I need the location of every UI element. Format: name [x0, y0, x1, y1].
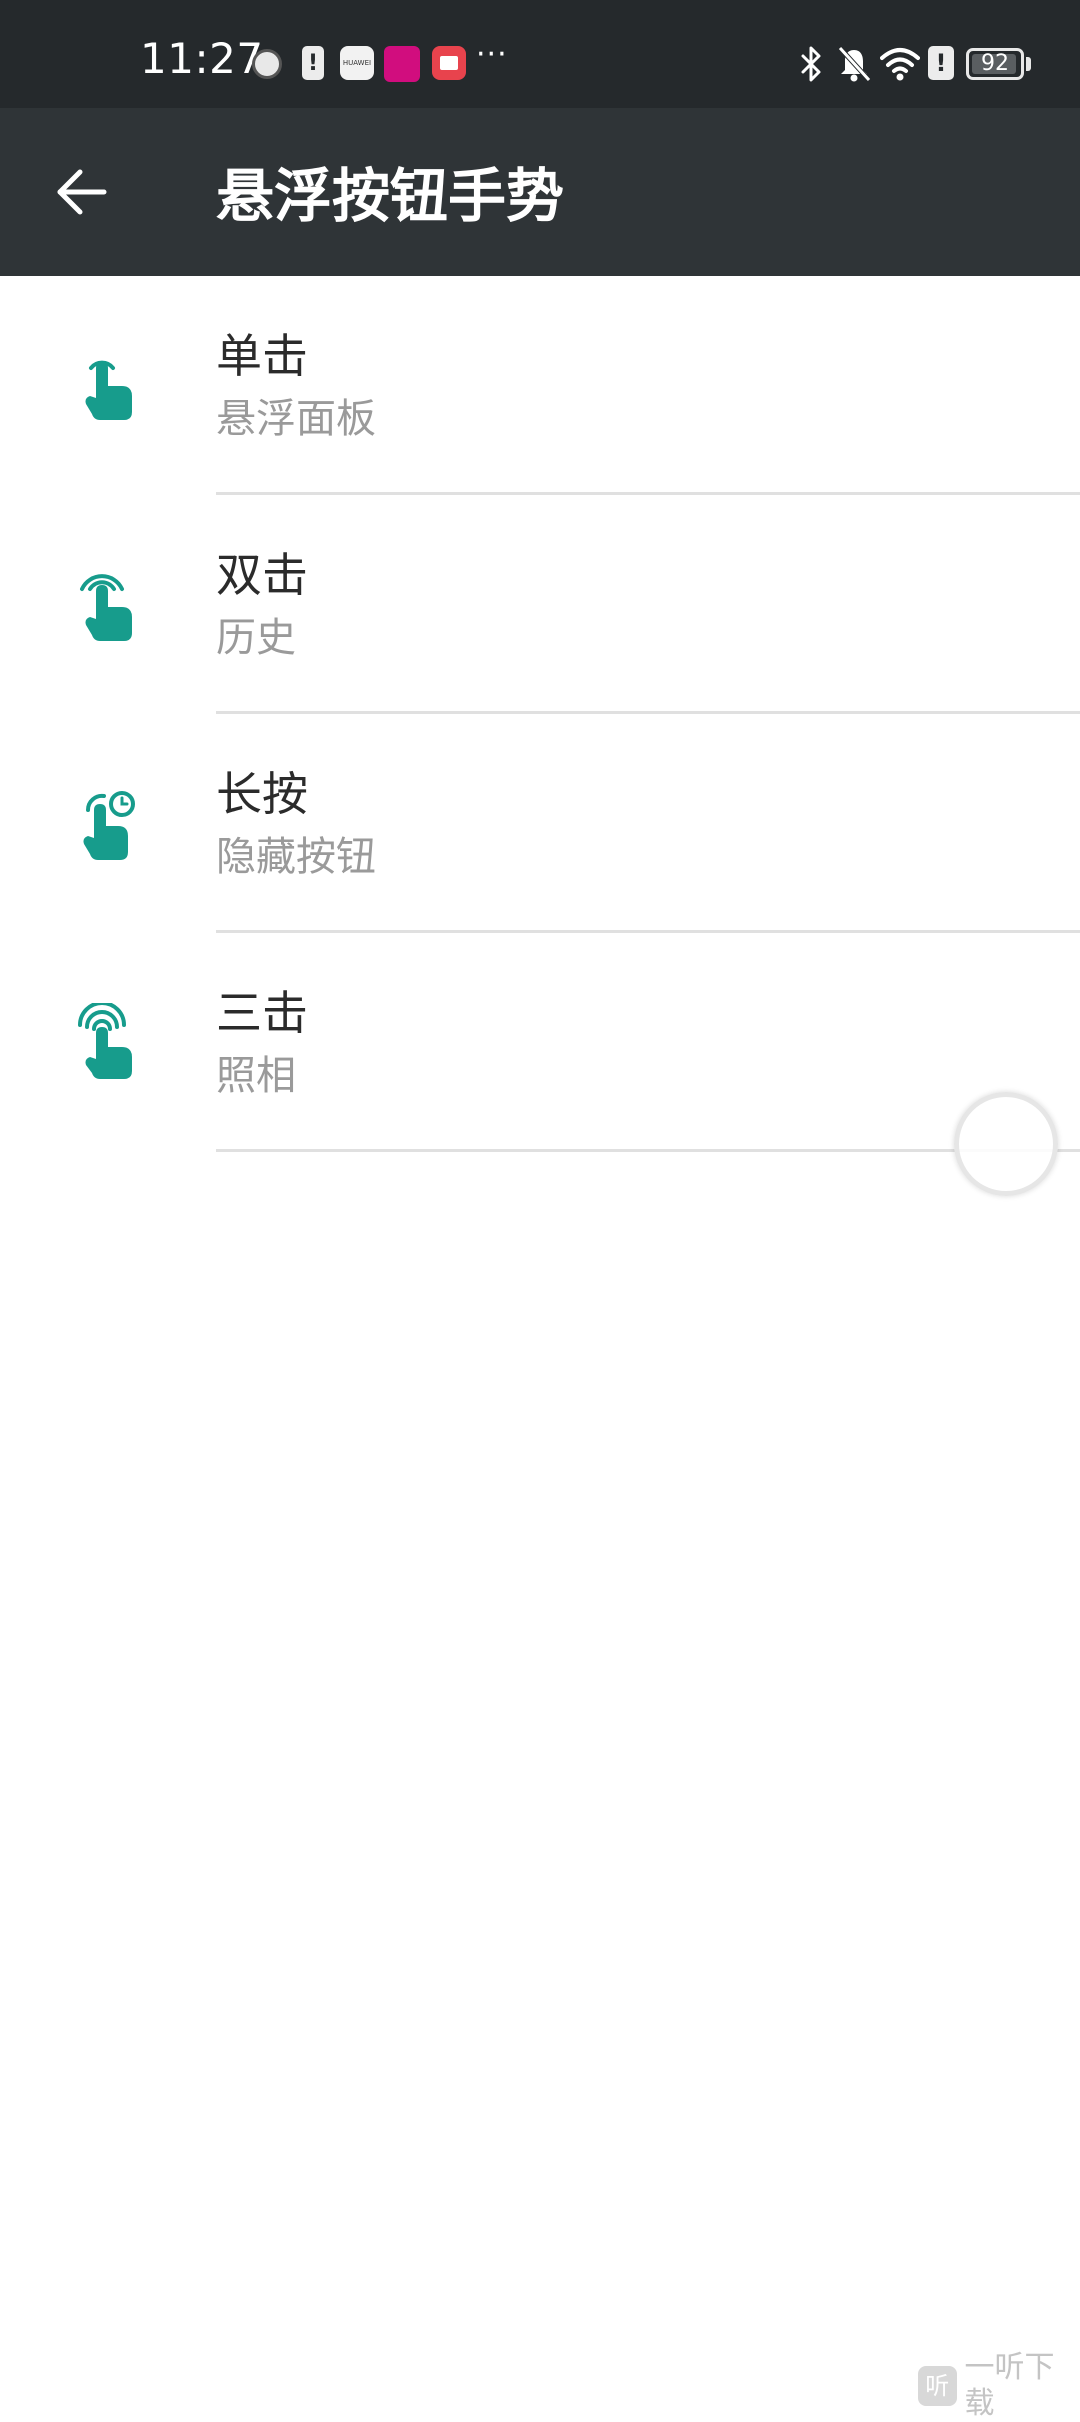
bluetooth-icon — [798, 44, 824, 84]
bell-off-icon — [836, 44, 872, 84]
tap-icon — [66, 346, 146, 426]
gesture-action: 历史 — [216, 613, 296, 663]
long-press-icon — [66, 784, 146, 864]
gesture-action: 悬浮面板 — [216, 394, 376, 444]
status-bar: 11:27 ! HUAWEI ··· ! 92 — [0, 0, 1080, 108]
gesture-item-double-tap[interactable]: 双击 历史 — [0, 495, 1080, 714]
gesture-item-single-tap[interactable]: 单击 悬浮面板 — [0, 276, 1080, 495]
watermark: 听 一听下载 — [918, 2350, 1080, 2422]
battery-level: 92 — [981, 51, 1009, 77]
watermark-text: 一听下载 — [965, 2350, 1080, 2422]
record-dot-icon — [252, 49, 282, 79]
wifi-icon — [880, 46, 920, 82]
divider — [216, 1149, 1080, 1152]
gesture-title: 双击 — [216, 547, 308, 603]
gesture-action: 隐藏按钮 — [216, 832, 376, 882]
alert-icon: ! — [928, 46, 954, 80]
battery-tip — [1026, 57, 1031, 71]
watermark-logo: 听 — [918, 2366, 957, 2406]
triple-tap-icon — [66, 1003, 146, 1083]
page-title: 悬浮按钮手势 — [216, 164, 564, 228]
floating-button[interactable] — [954, 1092, 1058, 1196]
more-notifications-icon: ··· — [476, 40, 508, 70]
huawei-appgallery-icon: HUAWEI — [340, 46, 374, 80]
gesture-title: 单击 — [216, 328, 308, 384]
gesture-action: 照相 — [216, 1051, 296, 1101]
app-bar: 悬浮按钮手势 — [0, 108, 1080, 276]
book-app-icon — [432, 46, 466, 80]
gesture-item-long-press[interactable]: 长按 隐藏按钮 — [0, 714, 1080, 933]
double-tap-icon — [66, 565, 146, 645]
alert-icon: ! — [302, 46, 324, 80]
battery-icon: 92 — [966, 48, 1024, 80]
arrow-back-icon — [52, 162, 112, 222]
gesture-list: 单击 悬浮面板 双击 历史 长按 隐藏按钮 三击 照相 — [0, 276, 1080, 1152]
gesture-title: 三击 — [216, 985, 308, 1041]
back-button[interactable] — [34, 144, 130, 240]
gesture-title: 长按 — [216, 766, 308, 822]
gesture-item-triple-tap[interactable]: 三击 照相 — [0, 933, 1080, 1152]
status-time: 11:27 — [140, 34, 264, 84]
vip-shop-icon — [384, 46, 420, 82]
